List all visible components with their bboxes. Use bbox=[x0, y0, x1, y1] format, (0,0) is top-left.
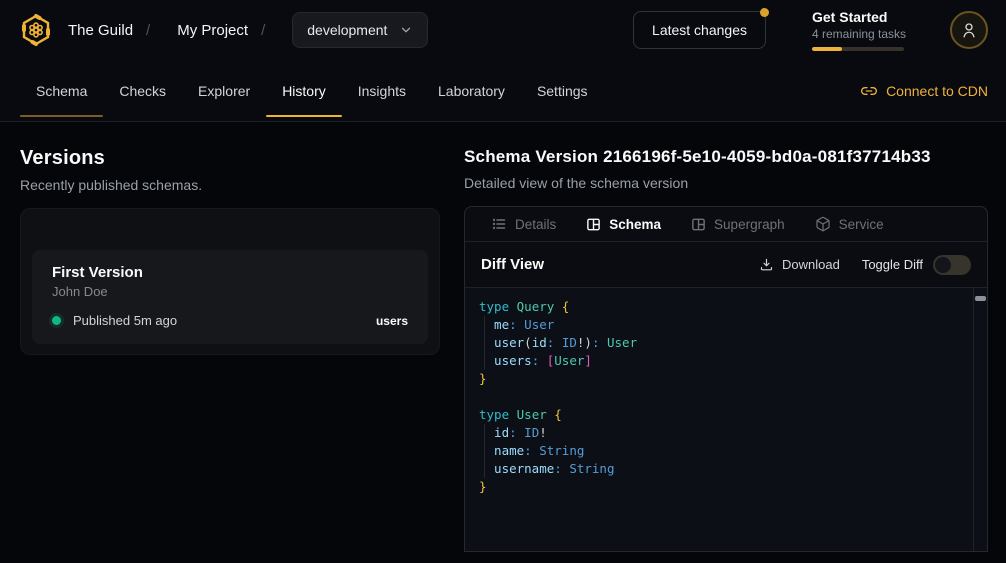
latest-changes-button[interactable]: Latest changes bbox=[633, 11, 766, 49]
code-line bbox=[479, 388, 963, 406]
target-selector-value: development bbox=[307, 22, 387, 38]
target-selector[interactable]: development bbox=[292, 12, 428, 48]
tab-label: Laboratory bbox=[438, 83, 505, 99]
version-detail-subtitle: Detailed view of the schema version bbox=[464, 175, 988, 191]
published-status-dot bbox=[52, 316, 61, 325]
download-button[interactable]: Download bbox=[759, 257, 840, 272]
get-started-title: Get Started bbox=[812, 9, 904, 25]
code-line: users: [User] bbox=[479, 352, 963, 370]
indent-guide bbox=[484, 424, 485, 478]
get-started-subtitle: 4 remaining tasks bbox=[812, 27, 904, 41]
code-content: type Query { me: User user(id: ID!): Use… bbox=[479, 298, 963, 496]
tab-label: History bbox=[282, 83, 326, 99]
tab-laboratory[interactable]: Laboratory bbox=[422, 60, 521, 121]
columns-icon bbox=[691, 217, 706, 232]
code-line: id: ID! bbox=[479, 424, 963, 442]
tab-label: Settings bbox=[537, 83, 588, 99]
code-line: username: String bbox=[479, 460, 963, 478]
tab-settings[interactable]: Settings bbox=[521, 60, 604, 121]
diff-view-title: Diff View bbox=[481, 256, 544, 273]
versions-list-card: First Version John Doe Published 5m ago … bbox=[20, 208, 440, 355]
tab-label: Checks bbox=[119, 83, 166, 99]
breadcrumb-project[interactable]: My Project bbox=[177, 22, 248, 39]
latest-changes-label: Latest changes bbox=[652, 22, 747, 38]
main-content: Versions Recently published schemas. Fir… bbox=[0, 122, 1006, 552]
toggle-diff-switch[interactable] bbox=[933, 255, 971, 275]
list-icon bbox=[491, 216, 507, 232]
tab-label: Schema bbox=[36, 83, 87, 99]
code-line: type User { bbox=[479, 406, 963, 424]
tab-service[interactable]: Service bbox=[815, 216, 884, 232]
tab-checks[interactable]: Checks bbox=[103, 60, 182, 121]
tab-history[interactable]: History bbox=[266, 60, 342, 121]
tab-insights[interactable]: Insights bbox=[342, 60, 422, 121]
download-label: Download bbox=[782, 257, 840, 272]
code-line: type Query { bbox=[479, 298, 963, 316]
version-detail-panel: Schema Version 2166196f-5e10-4059-bd0a-0… bbox=[464, 122, 988, 552]
link-icon bbox=[861, 83, 877, 99]
tab-supergraph[interactable]: Supergraph bbox=[691, 217, 785, 232]
detail-tab-label: Service bbox=[839, 217, 884, 232]
user-avatar[interactable] bbox=[950, 11, 988, 49]
toggle-diff-label: Toggle Diff bbox=[862, 257, 923, 272]
download-icon bbox=[759, 257, 774, 272]
tab-label: Explorer bbox=[198, 83, 250, 99]
detail-tab-strip: Details Schema Sup bbox=[465, 207, 987, 242]
cube-icon bbox=[815, 216, 831, 232]
schema-code-viewer: type Query { me: User user(id: ID!): Use… bbox=[465, 288, 987, 551]
indent-guide bbox=[484, 316, 485, 370]
notification-dot bbox=[760, 8, 769, 17]
version-author: John Doe bbox=[52, 284, 408, 299]
code-line: } bbox=[479, 478, 963, 496]
code-scrollbar[interactable] bbox=[973, 288, 987, 551]
breadcrumb-org[interactable]: The Guild bbox=[68, 22, 133, 39]
chevron-down-icon bbox=[399, 23, 413, 37]
detail-tab-label: Supergraph bbox=[714, 217, 785, 232]
code-line: } bbox=[479, 370, 963, 388]
version-detail-title: Schema Version 2166196f-5e10-4059-bd0a-0… bbox=[464, 147, 988, 167]
connect-to-cdn-link[interactable]: Connect to CDN bbox=[861, 60, 988, 121]
diff-view-header: Diff View Download Toggle Diff bbox=[465, 242, 987, 288]
code-line: user(id: ID!): User bbox=[479, 334, 963, 352]
version-service-badge: users bbox=[376, 314, 408, 328]
breadcrumb-separator: / bbox=[261, 22, 265, 39]
tab-label: Insights bbox=[358, 83, 406, 99]
detail-tab-label: Details bbox=[515, 217, 556, 232]
get-started-progress-fill bbox=[812, 47, 842, 51]
tab-details[interactable]: Details bbox=[491, 216, 556, 232]
code-line: me: User bbox=[479, 316, 963, 334]
get-started-widget[interactable]: Get Started 4 remaining tasks bbox=[812, 9, 904, 51]
version-list-item[interactable]: First Version John Doe Published 5m ago … bbox=[32, 250, 428, 344]
top-header: The Guild / My Project / development Lat… bbox=[0, 0, 1006, 60]
breadcrumb-separator: / bbox=[146, 22, 150, 39]
versions-subtitle: Recently published schemas. bbox=[20, 177, 464, 193]
tab-explorer[interactable]: Explorer bbox=[182, 60, 266, 121]
version-status: Published 5m ago bbox=[73, 313, 177, 328]
connect-to-cdn-label: Connect to CDN bbox=[886, 83, 988, 99]
versions-panel: Versions Recently published schemas. Fir… bbox=[20, 122, 464, 552]
version-name: First Version bbox=[52, 264, 408, 281]
version-detail-card: Details Schema Sup bbox=[464, 206, 988, 552]
code-line: name: String bbox=[479, 442, 963, 460]
code-scrollbar-thumb[interactable] bbox=[975, 296, 986, 301]
toggle-knob bbox=[935, 257, 951, 273]
tab-schema-view[interactable]: Schema bbox=[586, 217, 661, 232]
versions-title: Versions bbox=[20, 147, 464, 170]
tab-schema[interactable]: Schema bbox=[20, 60, 103, 121]
hive-logo-icon[interactable] bbox=[18, 12, 54, 48]
project-nav: Schema Checks Explorer History Insights … bbox=[0, 60, 1006, 122]
person-icon bbox=[960, 21, 978, 39]
detail-tab-label: Schema bbox=[609, 217, 661, 232]
columns-icon bbox=[586, 217, 601, 232]
get-started-progress-track bbox=[812, 47, 904, 51]
